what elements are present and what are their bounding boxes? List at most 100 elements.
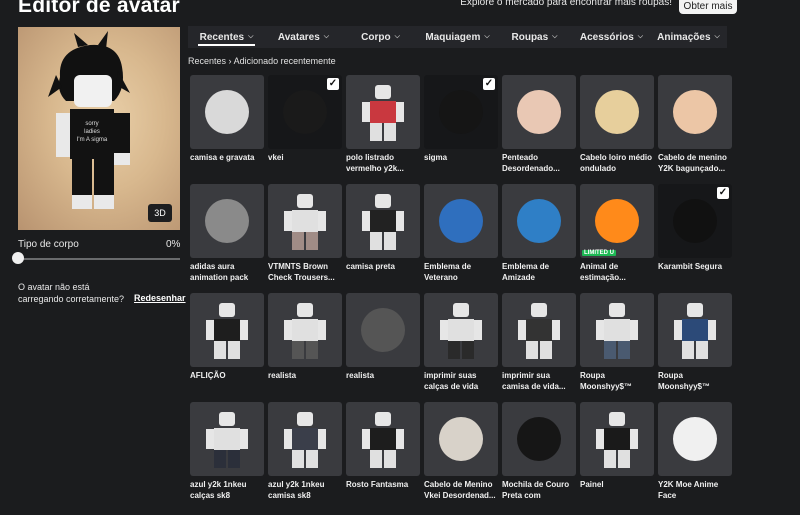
item-thumbnail[interactable]: [190, 75, 264, 149]
item-label: Karambit Segura: [658, 262, 723, 271]
item-card[interactable]: Mochila de Couro Preta com Cruzes...: [502, 402, 576, 501]
item-card[interactable]: Emblema de Amizade: [502, 184, 576, 283]
item-card[interactable]: Painel: [580, 402, 654, 490]
item-card[interactable]: realista: [268, 293, 342, 381]
item-thumbnail[interactable]: [190, 402, 264, 476]
body-type-slider-track[interactable]: [18, 258, 180, 260]
item-thumbnail[interactable]: [268, 293, 342, 367]
item-thumbnail[interactable]: ✓: [268, 75, 342, 149]
tab-animacoes[interactable]: Animações ⌵: [650, 26, 727, 48]
item-card[interactable]: Roupa Moonshyy$™: [580, 293, 654, 392]
item-card[interactable]: Cabelo loiro médio ondulado: [580, 75, 654, 174]
chevron-down-icon: ⌵: [552, 33, 558, 40]
tab-avatares[interactable]: Avatares ⌵: [265, 26, 342, 48]
item-thumbnail[interactable]: ✓: [424, 75, 498, 149]
item-thumbnail[interactable]: [658, 293, 732, 367]
item-thumbnail[interactable]: [424, 184, 498, 258]
item-label: Cabelo loiro médio ondulado: [580, 153, 653, 173]
item-thumbnail[interactable]: [424, 402, 498, 476]
tab-recentes[interactable]: Recentes ⌵: [188, 26, 265, 48]
item-card[interactable]: adidas aura animation pack: [190, 184, 264, 283]
item-thumbnail[interactable]: [502, 75, 576, 149]
item-card[interactable]: azul y2k 1nkeu calças sk8: [190, 402, 264, 501]
item-preview-icon: [205, 199, 249, 243]
item-thumbnail[interactable]: [346, 184, 420, 258]
item-card[interactable]: Penteado Desordenado...: [502, 75, 576, 174]
avatar-figure: sorry ladies I'm A sigma: [48, 31, 130, 209]
item-thumbnail[interactable]: [346, 75, 420, 149]
tab-label: Roupas: [511, 31, 549, 43]
item-preview-icon: [206, 303, 248, 359]
item-card[interactable]: ✓ Karambit Segura: [658, 184, 732, 272]
item-preview-icon: [673, 90, 717, 134]
item-card[interactable]: camisa e gravata: [190, 75, 264, 163]
item-card[interactable]: VTMNTS Brown Check Trousers...: [268, 184, 342, 283]
item-card[interactable]: Cabelo de Menino Vkei Desordenad...: [424, 402, 498, 501]
item-card[interactable]: LIMITED U Animal de estimação...: [580, 184, 654, 283]
item-preview-icon: [439, 417, 483, 461]
item-thumbnail[interactable]: [580, 402, 654, 476]
item-card[interactable]: Roupa Moonshyy$™: [658, 293, 732, 392]
item-thumbnail[interactable]: [268, 184, 342, 258]
item-thumbnail[interactable]: [658, 402, 732, 476]
item-card[interactable]: Rosto Fantasma: [346, 402, 420, 490]
item-label: azul y2k 1nkeu calças sk8: [190, 480, 247, 500]
breadcrumb-root[interactable]: Recentes: [188, 56, 226, 66]
item-card[interactable]: Emblema de Veterano: [424, 184, 498, 283]
item-thumbnail[interactable]: LIMITED U: [580, 184, 654, 258]
item-thumbnail[interactable]: [580, 75, 654, 149]
get-more-button[interactable]: Obter mais: [679, 0, 737, 14]
breadcrumb-current: Adicionado recentemente: [233, 56, 336, 66]
item-card[interactable]: ✓ sigma: [424, 75, 498, 163]
item-thumbnail[interactable]: [190, 293, 264, 367]
item-thumbnail[interactable]: [502, 402, 576, 476]
item-thumbnail[interactable]: [580, 293, 654, 367]
item-card[interactable]: imprimir sua camisa de vida...: [502, 293, 576, 392]
item-preview-icon: [674, 303, 716, 359]
item-preview-icon: [439, 199, 483, 243]
item-label: Roupa Moonshyy$™: [658, 371, 711, 391]
item-thumbnail[interactable]: [190, 184, 264, 258]
item-thumbnail[interactable]: [424, 293, 498, 367]
tab-corpo[interactable]: Corpo ⌵: [342, 26, 419, 48]
loading-warning: O avatar não está carregando corretament…: [18, 282, 125, 304]
chevron-down-icon: ⌵: [323, 33, 330, 40]
tab-maquiagem[interactable]: Maquiagem ⌵: [419, 26, 496, 48]
shirt-text-2: ladies: [84, 129, 100, 135]
chevron-down-icon: ⌵: [484, 33, 490, 40]
item-thumbnail[interactable]: [346, 293, 420, 367]
tab-roupas[interactable]: Roupas ⌵: [496, 26, 573, 48]
item-preview-icon: [361, 308, 405, 352]
body-type-label: Tipo de corpo: [18, 239, 79, 250]
item-thumbnail[interactable]: [502, 184, 576, 258]
item-thumbnail[interactable]: [658, 75, 732, 149]
item-card[interactable]: imprimir suas calças de vida em...: [424, 293, 498, 392]
item-card[interactable]: Cabelo de menino Y2K bagunçado...: [658, 75, 732, 174]
item-card[interactable]: polo listrado vermelho y2k...: [346, 75, 420, 174]
redraw-link[interactable]: Redesenhar: [134, 293, 186, 303]
item-label: Mochila de Couro Preta com Cruzes...: [502, 480, 570, 500]
item-preview-icon: [596, 412, 638, 468]
item-card[interactable]: ✓ vkei: [268, 75, 342, 163]
item-label: AFLIÇÃO: [190, 371, 226, 380]
item-card[interactable]: AFLIÇÃO: [190, 293, 264, 381]
item-card[interactable]: azul y2k 1nkeu camisa sk8: [268, 402, 342, 501]
item-card[interactable]: realista: [346, 293, 420, 381]
item-thumbnail[interactable]: [502, 293, 576, 367]
item-thumbnail[interactable]: ✓: [658, 184, 732, 258]
body-type-slider-thumb[interactable]: [12, 252, 24, 264]
checkmark-icon: ✓: [717, 187, 729, 199]
shirt-text-1: sorry: [85, 121, 98, 127]
tab-acessorios[interactable]: Acessórios ⌵: [573, 26, 650, 48]
promo-text: Explore o mercado para encontrar mais ro…: [460, 0, 672, 8]
avatar-preview[interactable]: sorry ladies I'm A sigma 3D: [18, 27, 180, 230]
item-label: adidas aura animation pack: [190, 262, 249, 282]
3d-view-button[interactable]: 3D: [148, 204, 172, 222]
item-preview-icon: [673, 417, 717, 461]
item-card[interactable]: Y2K Moe Anime Face: [658, 402, 732, 501]
item-label: Y2K Moe Anime Face: [658, 480, 719, 500]
item-label: camisa e gravata: [190, 153, 255, 162]
item-thumbnail[interactable]: [346, 402, 420, 476]
item-thumbnail[interactable]: [268, 402, 342, 476]
item-card[interactable]: camisa preta: [346, 184, 420, 272]
